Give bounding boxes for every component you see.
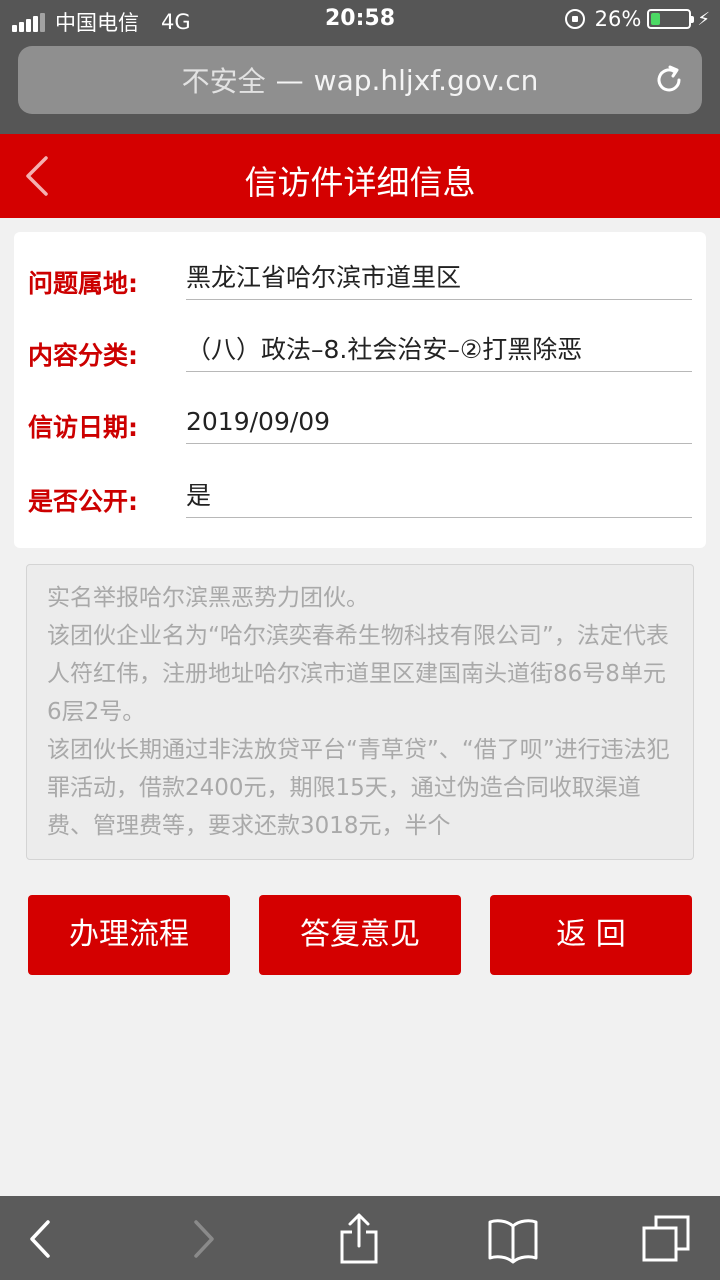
info-label: 是否公开: — [28, 487, 138, 516]
browser-top-bar: 中国电信 4G 20:58 26% ⚡ 不安全 — wap.hljxf.gov.… — [0, 0, 720, 134]
url-separator: — — [275, 63, 304, 97]
info-value: 2019/09/09 — [186, 404, 692, 444]
status-right: 26% ⚡ — [564, 7, 710, 31]
content-paragraph: 该团伙企业名为“哈尔滨奕春希生物科技有限公司”，法定代表人符红伟，注册地址哈尔滨… — [47, 623, 669, 725]
info-row-public: 是否公开: 是 — [14, 450, 706, 520]
info-card: 问题属地: 黑龙江省哈尔滨市道里区 内容分类: （八）政法–8.社会治安–②打黑… — [14, 232, 706, 548]
info-label: 内容分类: — [28, 341, 138, 370]
info-label: 信访日期: — [28, 413, 138, 442]
reload-icon[interactable] — [652, 63, 686, 97]
content-paragraph: 实名举报哈尔滨黑恶势力团伙。 — [47, 585, 369, 611]
tabs-icon[interactable] — [640, 1212, 694, 1266]
info-value: （八）政法–8.社会治安–②打黑除恶 — [186, 332, 692, 372]
share-icon[interactable] — [332, 1212, 386, 1266]
info-value: 是 — [186, 478, 692, 518]
url-bar[interactable]: 不安全 — wap.hljxf.gov.cn — [18, 46, 702, 114]
rotation-lock-icon — [564, 9, 585, 29]
browser-back-icon[interactable] — [14, 1212, 68, 1266]
battery-icon — [647, 9, 695, 29]
info-row-location: 问题属地: 黑龙江省哈尔滨市道里区 — [14, 232, 706, 302]
info-row-date: 信访日期: 2019/09/09 — [14, 376, 706, 446]
browser-forward-icon[interactable] — [176, 1212, 230, 1266]
process-button[interactable]: 办理流程 — [28, 895, 230, 975]
charging-bolt-icon: ⚡ — [697, 8, 710, 30]
reply-button[interactable]: 答复意见 — [259, 895, 461, 975]
battery-fill — [651, 13, 661, 25]
bookmarks-icon[interactable] — [486, 1212, 540, 1266]
status-bar: 中国电信 4G 20:58 26% ⚡ — [0, 0, 720, 40]
content-textarea[interactable]: 实名举报哈尔滨黑恶势力团伙。 该团伙企业名为“哈尔滨奕春希生物科技有限公司”，法… — [26, 564, 694, 860]
page-header: 信访件详细信息 — [0, 134, 720, 218]
url-domain: wap.hljxf.gov.cn — [313, 63, 539, 97]
browser-toolbar — [0, 1196, 720, 1280]
page-title: 信访件详细信息 — [244, 163, 476, 202]
info-label: 问题属地: — [28, 269, 138, 298]
info-value: 黑龙江省哈尔滨市道里区 — [186, 260, 692, 300]
info-row-category: 内容分类: （八）政法–8.社会治安–②打黑除恶 — [14, 304, 706, 374]
insecure-label: 不安全 — [181, 65, 266, 98]
battery-percent: 26% — [594, 7, 642, 31]
return-button[interactable]: 返 回 — [490, 895, 692, 975]
content-paragraph: 该团伙长期通过非法放贷平台“青草贷”、“借了呗”进行违法犯罪活动，借款2400元… — [47, 737, 670, 839]
action-buttons: 办理流程 答复意见 返 回 — [28, 895, 692, 975]
